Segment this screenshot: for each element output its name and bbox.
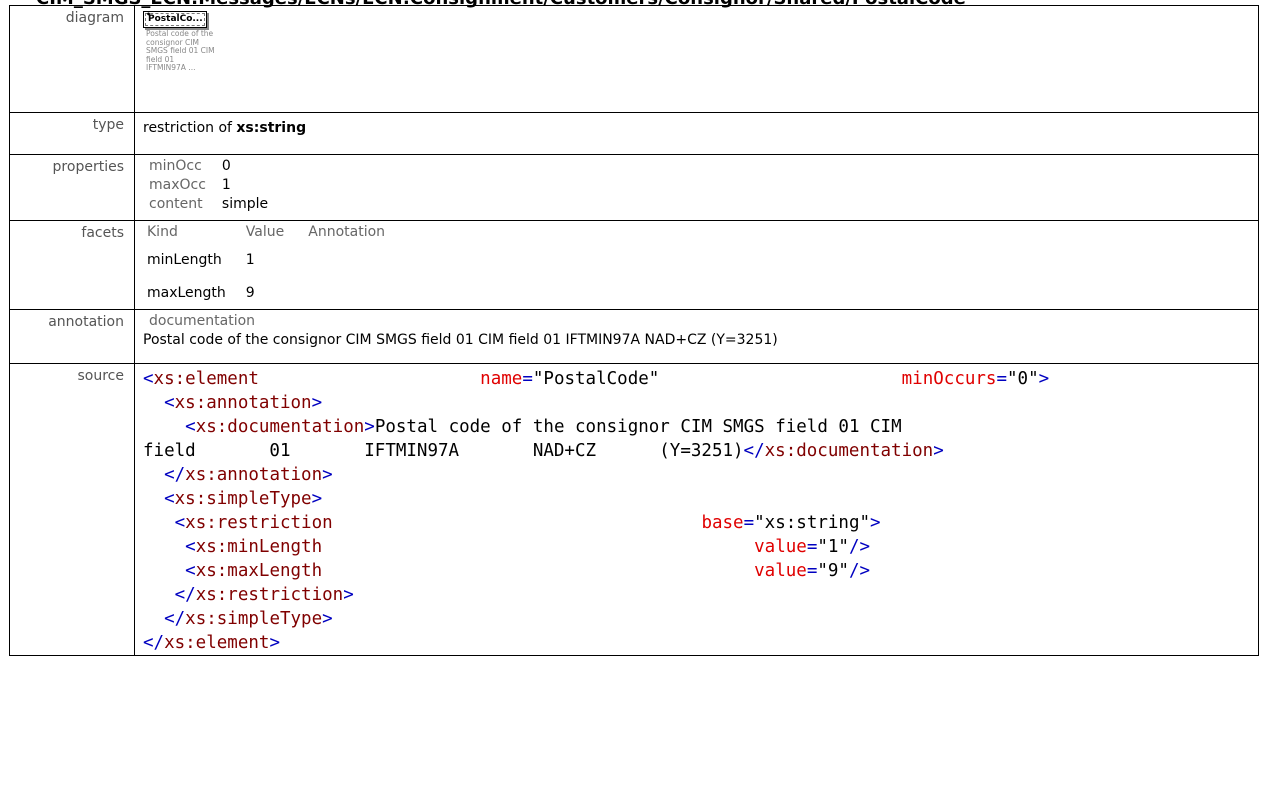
facet-annotation (308, 243, 409, 276)
facet-row: maxLength 9 (147, 276, 409, 309)
property-value: 0 (221, 158, 231, 174)
annotation-heading: documentation (149, 313, 256, 329)
diagram-label: diagram (9, 5, 135, 113)
type-base-link[interactable]: xs:string (236, 120, 306, 136)
property-key: minOcc (149, 158, 202, 174)
source-label: source (9, 363, 135, 656)
properties-table: minOcc 0 maxOcc 1 content simple (149, 158, 268, 215)
element-diagram-box[interactable]: • PostalCo... (143, 11, 207, 28)
facet-value: 9 (245, 284, 255, 301)
facet-kind: maxLength (147, 284, 226, 301)
annotation-label: annotation (9, 309, 135, 364)
annotation-cell: documentation Postal code of the consign… (134, 309, 1259, 364)
facet-annotation (308, 276, 409, 309)
facets-header-row: Kind Value Annotation (147, 224, 409, 243)
type-cell: restriction of xs:string (134, 112, 1259, 155)
property-value: 1 (221, 177, 231, 193)
element-diagram-label: PostalCo... (148, 14, 203, 24)
property-value: simple (221, 196, 269, 212)
type-prefix: restriction of (143, 120, 232, 136)
source-code: <xs:element name="PostalCode" minOccurs=… (143, 369, 1050, 653)
facets-table: Kind Value Annotation minLength 1 maxLen… (147, 224, 409, 309)
element-doc-table: diagram • PostalCo... Postal code of the… (9, 5, 1259, 656)
annotation-text: Postal code of the consignor CIM SMGS fi… (143, 332, 778, 348)
source-row: source <xs:element name="PostalCode" min… (9, 363, 1259, 656)
annotation-row: annotation documentation Postal code of … (9, 309, 1259, 364)
facets-label: facets (9, 220, 135, 310)
facet-kind: minLength (147, 251, 222, 268)
facets-header-annotation: Annotation (308, 224, 386, 240)
properties-cell: minOcc 0 maxOcc 1 content simple (134, 154, 1259, 221)
property-key: content (149, 196, 203, 212)
property-key: maxOcc (149, 177, 206, 193)
type-label: type (9, 112, 135, 155)
facets-header-value: Value (245, 224, 285, 240)
diagram-row: diagram • PostalCo... Postal code of the… (9, 5, 1259, 113)
diagram-caption: Postal code of the consignor CIM SMGS fi… (146, 29, 215, 72)
type-row: type restriction of xs:string (9, 112, 1259, 155)
facets-row: facets Kind Value Annotation minLength 1… (9, 220, 1259, 310)
properties-label: properties (9, 154, 135, 221)
facet-value: 1 (245, 251, 255, 268)
property-row: minOcc 0 (149, 158, 268, 177)
diagram-cell: • PostalCo... Postal code of the consign… (134, 5, 1259, 113)
source-cell: <xs:element name="PostalCode" minOccurs=… (134, 363, 1259, 656)
facets-header-kind: Kind (147, 224, 178, 240)
property-row: content simple (149, 196, 268, 215)
facets-cell: Kind Value Annotation minLength 1 maxLen… (134, 220, 1259, 310)
properties-row: properties minOcc 0 maxOcc 1 content sim… (9, 154, 1259, 221)
facet-row: minLength 1 (147, 243, 409, 276)
property-row: maxOcc 1 (149, 177, 268, 196)
